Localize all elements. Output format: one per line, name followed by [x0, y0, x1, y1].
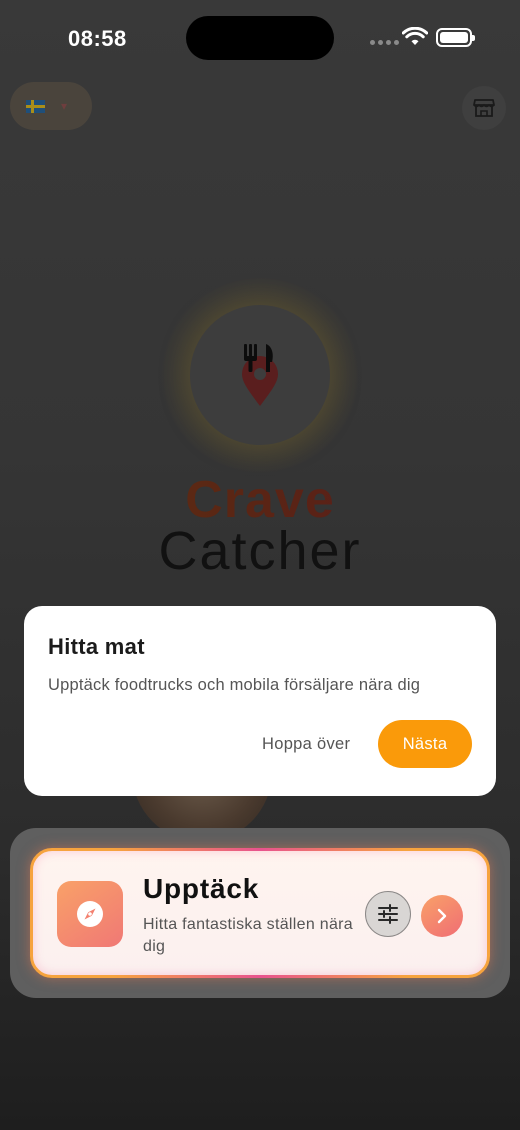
storefront-button[interactable] — [462, 86, 506, 130]
compass-icon — [77, 901, 103, 927]
dynamic-island — [186, 16, 334, 60]
compass-tile — [57, 881, 123, 947]
chevron-down-icon: ▾ — [61, 99, 68, 113]
fork-knife-pin-icon — [242, 344, 278, 406]
discover-title: Upptäck — [143, 873, 260, 904]
discover-card[interactable]: Upptäck Hitta fantastiska ställen nära d… — [30, 848, 490, 978]
filter-button[interactable] — [365, 891, 411, 937]
status-time: 08:58 — [68, 26, 127, 51]
sliders-icon — [378, 904, 398, 924]
signal-dots-icon — [370, 40, 399, 45]
chevron-right-icon — [437, 908, 447, 924]
language-selector[interactable]: ▾ — [10, 82, 92, 130]
tooltip-body: Upptäck foodtrucks och mobila försäljare… — [48, 676, 421, 694]
wifi-icon — [401, 26, 429, 52]
swedish-flag-icon — [26, 99, 45, 113]
onboarding-tooltip: Hitta mat Upptäck foodtrucks och mobila … — [24, 606, 496, 796]
brand-name-catcher: Catcher — [158, 521, 362, 581]
tooltip-title: Hitta mat — [48, 634, 145, 659]
skip-button[interactable]: Hoppa över — [256, 720, 356, 768]
app-screen: 08:58 ▾ Crave Catcher Upptäck Hitta fant… — [0, 0, 520, 1130]
next-button[interactable]: Nästa — [378, 720, 472, 768]
battery-icon — [436, 28, 475, 47]
app-logo — [190, 305, 330, 445]
discover-subtitle: Hitta fantastiska ställen nära dig — [143, 916, 353, 955]
storefront-icon — [473, 99, 495, 117]
discover-go-button[interactable] — [421, 895, 463, 937]
